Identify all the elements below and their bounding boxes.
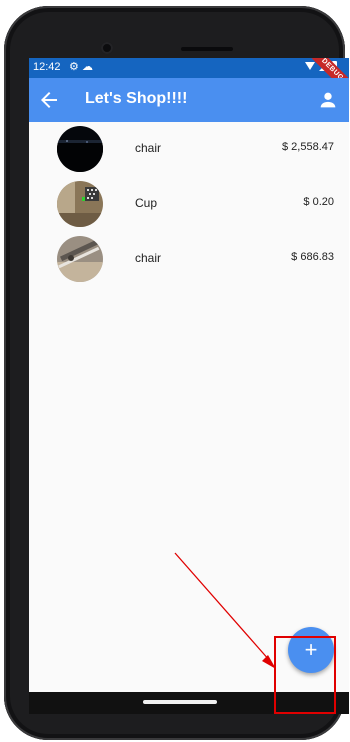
- annotation-box: [274, 636, 336, 714]
- back-arrow-icon: [41, 92, 57, 108]
- product-image: [57, 181, 103, 227]
- screenshot-canvas: 12:42 ⚙ ☁ DEBUG Let's Shop!!!! chair $ 2…: [0, 0, 350, 742]
- front-camera: [101, 42, 113, 54]
- profile-button[interactable]: [317, 89, 339, 111]
- gear-icon: ⚙: [69, 61, 79, 73]
- list-item[interactable]: chair $ 2,558.47: [29, 122, 349, 177]
- list-item[interactable]: chair $ 686.83: [29, 232, 349, 287]
- product-list: chair $ 2,558.47 Cup $ 0.20 chair $ 686.…: [29, 122, 349, 287]
- app-bar: Let's Shop!!!!: [29, 78, 349, 122]
- product-image: [57, 126, 103, 172]
- product-price: $ 686.83: [291, 251, 334, 263]
- status-time: 12:42: [33, 61, 61, 73]
- wifi-icon: [305, 62, 315, 70]
- home-gesture-bar[interactable]: [143, 700, 217, 704]
- product-name: chair: [135, 251, 162, 265]
- back-button[interactable]: [37, 88, 61, 112]
- phone-frame: 12:42 ⚙ ☁ DEBUG Let's Shop!!!! chair $ 2…: [4, 6, 349, 740]
- product-name: chair: [135, 141, 162, 155]
- product-image: [57, 236, 103, 282]
- product-name: Cup: [135, 196, 158, 210]
- product-price: $ 0.20: [303, 196, 334, 208]
- person-icon: [320, 92, 336, 108]
- status-bar: 12:42 ⚙ ☁ DEBUG: [29, 58, 349, 99]
- list-item[interactable]: Cup $ 0.20: [29, 177, 349, 232]
- app-screen: 12:42 ⚙ ☁ DEBUG Let's Shop!!!! chair $ 2…: [29, 58, 349, 714]
- page-title: Let's Shop!!!!: [85, 90, 188, 107]
- product-price: $ 2,558.47: [282, 141, 334, 153]
- cloud-icon: ☁: [82, 61, 93, 73]
- earpiece-speaker: [181, 47, 233, 51]
